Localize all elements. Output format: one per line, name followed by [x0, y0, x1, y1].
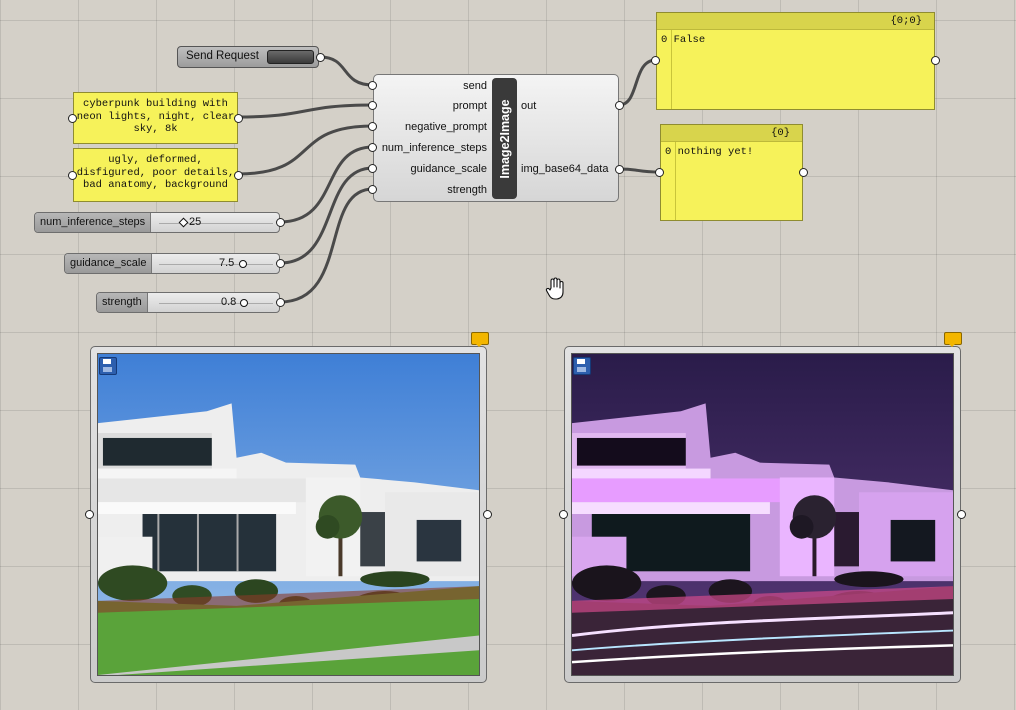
port-negative-prompt[interactable] — [368, 122, 377, 131]
send-request-button[interactable]: Send Request — [177, 46, 319, 68]
negative-prompt-text: ugly, deformed, disfigured, poor details… — [76, 154, 235, 191]
port-guidance-scale[interactable] — [368, 164, 377, 173]
out-panel-divider — [671, 30, 672, 109]
out-panel-row: 0 False — [657, 30, 934, 46]
save-icon[interactable] — [99, 357, 117, 375]
slider-value: 0.8 — [221, 296, 237, 308]
hand-cursor-icon — [545, 277, 564, 300]
slider-grip[interactable] — [240, 299, 248, 307]
out-panel-output-port[interactable] — [931, 56, 940, 65]
slider-value: 7.5 — [219, 257, 235, 269]
negative-prompt-panel[interactable]: ugly, deformed, disfigured, poor details… — [73, 148, 238, 202]
strength-output-port[interactable] — [276, 298, 285, 307]
slider-name: guidance_scale — [65, 254, 153, 273]
input-prompt: prompt — [452, 100, 487, 112]
img-panel-value: nothing yet! — [677, 146, 754, 158]
port-img-base64-data[interactable] — [615, 165, 624, 174]
input-house-image — [98, 354, 479, 675]
img-panel-header: {0} — [661, 125, 802, 142]
input-image-viewer[interactable] — [90, 346, 487, 683]
img-data-panel[interactable]: {0} 0 nothing yet! — [660, 124, 803, 221]
prompt-panel[interactable]: cyberpunk building with neon lights, nig… — [73, 92, 238, 144]
input-negative-prompt: negative_prompt — [405, 121, 487, 133]
port-prompt[interactable] — [368, 101, 377, 110]
slider-grip[interactable] — [239, 260, 247, 268]
guidance-output-port[interactable] — [276, 259, 285, 268]
img-panel-input-port[interactable] — [655, 168, 664, 177]
img-panel-divider — [675, 142, 676, 220]
out-panel-header: {0;0} — [657, 13, 934, 30]
negative-panel-input-port[interactable] — [68, 171, 77, 180]
output-image — [571, 353, 954, 676]
port-strength[interactable] — [368, 185, 377, 194]
img-panel-output-port[interactable] — [799, 168, 808, 177]
send-request-label: Send Request — [186, 50, 259, 62]
output-viewer-port[interactable] — [559, 510, 568, 519]
balloon-icon[interactable] — [471, 332, 489, 347]
slider-track — [159, 223, 273, 224]
image2image-component[interactable]: send prompt negative_prompt num_inferenc… — [373, 74, 619, 202]
output-img-base64-data: img_base64_data — [521, 163, 609, 175]
slider-grip[interactable] — [178, 217, 189, 228]
component-title: Image2Image — [497, 98, 512, 179]
input-num-inference-steps: num_inference_steps — [381, 142, 487, 154]
slider-track — [159, 303, 273, 304]
strength-slider[interactable]: strength 0.8 — [96, 292, 280, 313]
slider-name: num_inference_steps — [35, 213, 152, 232]
send-request-output-port[interactable] — [316, 53, 325, 62]
out-panel[interactable]: {0;0} 0 False — [656, 12, 935, 110]
num-inference-steps-slider[interactable]: num_inference_steps 25 — [34, 212, 280, 233]
prompt-panel-input-port[interactable] — [68, 114, 77, 123]
port-out[interactable] — [615, 101, 624, 110]
slider-track — [159, 264, 273, 265]
component-title-bar: Image2Image — [492, 78, 517, 199]
prompt-text: cyberpunk building with neon lights, nig… — [76, 98, 235, 135]
input-viewer-output-port[interactable] — [483, 510, 492, 519]
input-image — [97, 353, 480, 676]
out-panel-index: 0 — [661, 34, 668, 46]
slider-name: strength — [97, 293, 148, 312]
prompt-panel-output-port[interactable] — [234, 114, 243, 123]
steps-output-port[interactable] — [276, 218, 285, 227]
guidance-scale-slider[interactable]: guidance_scale 7.5 — [64, 253, 280, 274]
out-panel-input-port[interactable] — [651, 56, 660, 65]
port-num-inference-steps[interactable] — [368, 143, 377, 152]
input-viewer-port[interactable] — [85, 510, 94, 519]
negative-panel-output-port[interactable] — [234, 171, 243, 180]
img-panel-index: 0 — [665, 146, 672, 158]
output-out: out — [521, 100, 537, 112]
port-send[interactable] — [368, 81, 377, 90]
save-icon[interactable] — [573, 357, 591, 375]
output-viewer-output-port[interactable] — [957, 510, 966, 519]
input-strength: strength — [447, 184, 487, 196]
output-house-image — [572, 354, 953, 675]
send-request-knob[interactable] — [267, 50, 314, 64]
balloon-icon[interactable] — [944, 332, 962, 347]
out-panel-value: False — [673, 34, 706, 46]
input-send: send — [463, 80, 487, 92]
slider-value: 25 — [189, 216, 202, 228]
img-panel-row: 0 nothing yet! — [661, 142, 802, 158]
input-guidance-scale: guidance_scale — [410, 163, 487, 175]
output-image-viewer[interactable] — [564, 346, 961, 683]
